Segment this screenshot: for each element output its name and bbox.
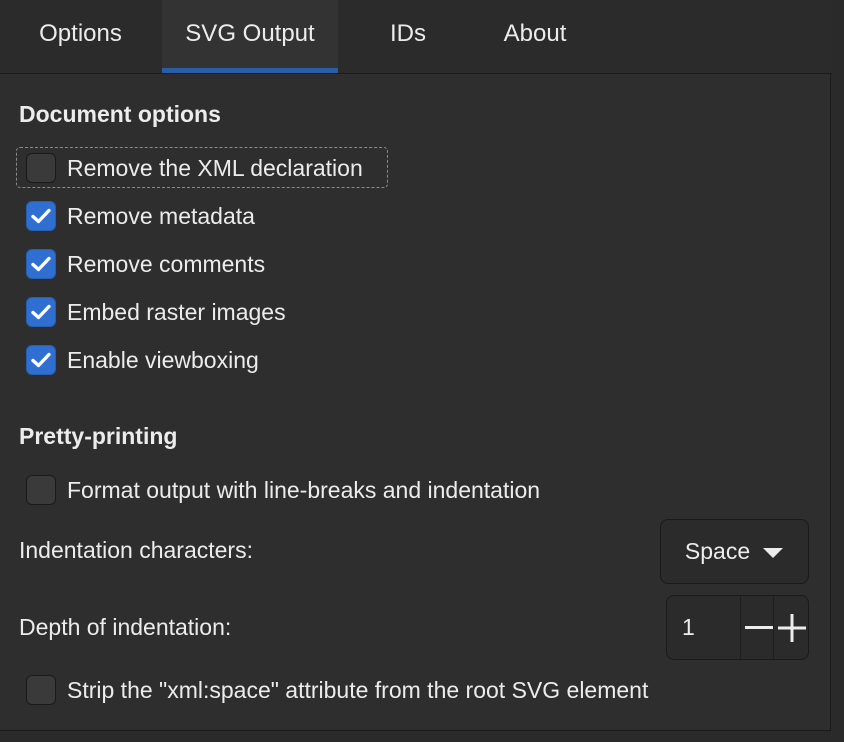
- tab-bar: Options SVG Output IDs About: [0, 0, 832, 74]
- remove-metadata-checkbox[interactable]: Remove metadata: [26, 200, 255, 232]
- indentation-characters-label: Indentation characters:: [19, 537, 253, 563]
- indentation-characters-dropdown[interactable]: Space: [660, 519, 809, 584]
- checkbox-label: Embed raster images: [67, 298, 286, 325]
- checkbox-label: Remove the XML declaration: [67, 154, 363, 181]
- checkbox-label: Enable viewboxing: [67, 346, 259, 373]
- decrement-button[interactable]: [741, 596, 777, 659]
- remove-comments-checkbox[interactable]: Remove comments: [26, 248, 265, 280]
- depth-of-indentation-spinbutton[interactable]: 1: [666, 595, 809, 660]
- checkbox-label: Remove comments: [67, 250, 266, 277]
- checkbox-label: Remove metadata: [67, 202, 255, 229]
- plus-icon: [777, 613, 806, 642]
- dropdown-value: Space: [684, 538, 751, 564]
- checkbox-label: Strip the "xml:space" attribute from the…: [67, 676, 649, 703]
- checkbox-box: [26, 153, 56, 183]
- increment-button[interactable]: [774, 596, 809, 659]
- tab-options[interactable]: Options: [0, 0, 161, 73]
- spin-value[interactable]: 1: [682, 596, 695, 659]
- depth-of-indentation-label: Depth of indentation:: [19, 614, 232, 640]
- enable-viewboxing-checkbox[interactable]: Enable viewboxing: [26, 344, 259, 376]
- chevron-down-icon: [762, 538, 784, 565]
- minus-icon: [745, 625, 773, 629]
- tab-about[interactable]: About: [478, 0, 592, 73]
- document-options-heading: Document options: [19, 101, 221, 127]
- embed-raster-images-checkbox[interactable]: Embed raster images: [26, 296, 286, 328]
- checkmark-icon: [26, 249, 56, 279]
- window-edge: [832, 0, 844, 742]
- checkbox-label: Format output with line-breaks and inden…: [67, 476, 541, 503]
- window-edge-bottom: [0, 731, 844, 742]
- checkmark-icon: [26, 297, 56, 327]
- checkmark-icon: [26, 345, 56, 375]
- tab-ids[interactable]: IDs: [338, 0, 478, 73]
- checkmark-icon: [26, 201, 56, 231]
- checkbox-box: [26, 675, 56, 705]
- remove-xml-declaration-checkbox[interactable]: Remove the XML declaration: [26, 152, 363, 184]
- tab-svg-output[interactable]: SVG Output: [162, 0, 338, 73]
- pretty-printing-heading: Pretty-printing: [19, 423, 178, 449]
- strip-xml-space-checkbox[interactable]: Strip the "xml:space" attribute from the…: [26, 674, 648, 706]
- checkbox-box: [26, 475, 56, 505]
- format-output-checkbox[interactable]: Format output with line-breaks and inden…: [26, 474, 540, 506]
